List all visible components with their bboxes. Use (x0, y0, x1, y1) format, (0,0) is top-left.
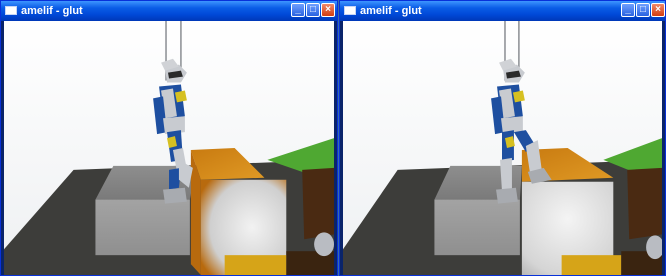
gray-box-front (95, 199, 190, 256)
maximize-button[interactable]: □ (636, 3, 650, 17)
gray-box-front (434, 199, 520, 256)
brown-block (302, 167, 334, 240)
minimize-icon: _ (295, 4, 301, 15)
title-bar[interactable]: amelif - glut _ □ × (340, 1, 665, 21)
small-robot (314, 232, 334, 257)
yellow-base (224, 255, 287, 275)
close-button[interactable]: × (321, 3, 335, 17)
3d-viewport[interactable] (343, 21, 662, 275)
minimize-button[interactable]: _ (621, 3, 635, 17)
maximize-icon: □ (639, 4, 647, 15)
yellow-base (561, 255, 622, 275)
close-icon: × (325, 4, 331, 15)
window-title: amelif - glut (21, 5, 83, 17)
glut-window-left[interactable]: amelif - glut _ □ × (0, 0, 338, 276)
maximize-button[interactable]: □ (306, 3, 320, 17)
window-icon[interactable] (344, 6, 356, 15)
close-icon: × (655, 4, 661, 15)
3d-viewport[interactable] (4, 21, 334, 275)
brown-block (627, 167, 662, 240)
window-icon[interactable] (5, 6, 17, 15)
minimize-button[interactable]: _ (291, 3, 305, 17)
window-title: amelif - glut (360, 5, 422, 17)
simulation-scene (343, 21, 662, 275)
close-button[interactable]: × (651, 3, 665, 17)
maximize-icon: □ (309, 4, 317, 15)
minimize-icon: _ (625, 4, 631, 15)
simulation-scene (4, 21, 334, 275)
glut-window-right[interactable]: amelif - glut _ □ × (339, 0, 666, 276)
title-bar[interactable]: amelif - glut _ □ × (1, 1, 337, 21)
